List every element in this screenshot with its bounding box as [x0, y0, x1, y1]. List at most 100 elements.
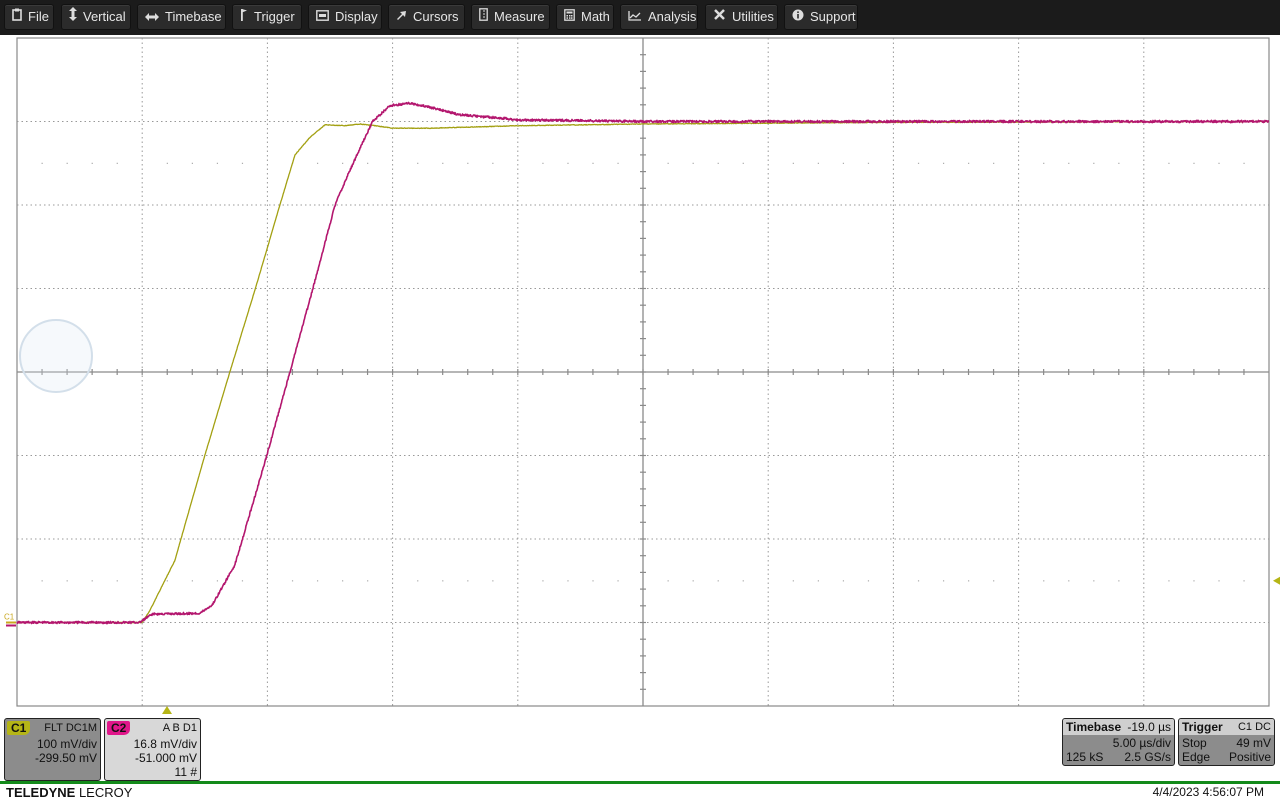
grid-dot: [342, 162, 344, 164]
brand-logo: TELEDYNE LECROY: [6, 785, 132, 800]
menu-vertical-button[interactable]: Vertical: [61, 4, 131, 30]
grid-dot: [1243, 162, 1245, 164]
touch-indicator-circle: [19, 319, 93, 393]
brand-bold: TELEDYNE: [6, 785, 76, 800]
menu-measure-button[interactable]: Measure: [471, 4, 550, 30]
channel-c2-offset: -51.000 mV: [134, 751, 197, 765]
trigger-level-dot: [1043, 580, 1045, 582]
status-panel: C1 FLT DC1M 100 mV/div -299.50 mV C2 A B…: [0, 706, 1280, 800]
menu-cursors-button[interactable]: Cursors: [388, 4, 465, 30]
menu-label: Cursors: [413, 9, 459, 24]
grid-dot: [742, 162, 744, 164]
trigger-level-dot: [316, 580, 319, 582]
trigger-level-dot: [717, 580, 719, 582]
cursor-arrow-icon: [396, 4, 407, 30]
menu-trigger-button[interactable]: Trigger: [232, 4, 302, 30]
trigger-level-dot: [993, 580, 995, 582]
trigger-level-dot: [41, 580, 43, 582]
menu-label: Display: [335, 9, 378, 24]
grid-dot: [116, 162, 118, 164]
clipboard-icon: [12, 4, 22, 30]
channel-c2-level-marker: [6, 624, 16, 627]
grid-dot: [1043, 162, 1045, 164]
trigger-level-dot: [917, 580, 920, 582]
trigger-level-dot: [66, 580, 68, 582]
timebase-descriptor[interactable]: Timebase -19.0 µs 5.00 µs/div 125 kS 2.5…: [1062, 718, 1175, 766]
grid-dot: [667, 162, 669, 164]
analysis-chart-icon: [628, 4, 642, 30]
channel-c1-descriptor[interactable]: C1 FLT DC1M 100 mV/div -299.50 mV: [4, 718, 101, 781]
trigger-descriptor[interactable]: Trigger C1 DC Stop 49 mV Edge Positive: [1178, 718, 1275, 766]
grid-dot: [492, 162, 494, 164]
grid-dot: [817, 162, 819, 164]
horizontal-arrows-icon: [145, 4, 159, 30]
menu-analysis-button[interactable]: Analysis: [620, 4, 698, 30]
trigger-level-dot: [1193, 580, 1195, 582]
menu-file-button[interactable]: File: [4, 4, 54, 30]
info-icon: [792, 4, 804, 30]
menu-label: File: [28, 9, 49, 24]
grid-dot: [717, 162, 719, 164]
menu-timebase-button[interactable]: Timebase: [137, 4, 226, 30]
channel-c2-vdiv: 16.8 mV/div: [133, 737, 197, 751]
menu-utilities-button[interactable]: Utilities: [705, 4, 778, 30]
grid-dot: [66, 162, 68, 164]
trigger-level-dot: [867, 580, 870, 582]
grid-dot: [617, 162, 619, 164]
channel-c1-label: C1: [7, 721, 31, 735]
trigger-level-dot: [542, 580, 544, 582]
trigger-title: Trigger: [1182, 720, 1223, 734]
grid-dot: [1093, 162, 1095, 164]
trigger-level-dot: [291, 580, 294, 582]
grid-dot: [41, 162, 43, 164]
grid-dot: [442, 162, 444, 164]
grid-dot: [1068, 162, 1070, 164]
timebase-title: Timebase: [1066, 720, 1122, 734]
trigger-level-dot: [942, 580, 945, 582]
trigger-slope: Positive: [1228, 750, 1271, 764]
trigger-level-dot: [417, 580, 419, 582]
trigger-level-dot: [567, 580, 569, 582]
channel-c1-vdiv: 100 mV/div: [36, 737, 97, 751]
timebase-samples: 125 kS: [1066, 750, 1104, 764]
trigger-level-dot: [216, 580, 219, 582]
menu-label: Support: [810, 9, 856, 24]
menu-label: Trigger: [254, 9, 295, 24]
trigger-level-dot: [166, 580, 168, 582]
grid-dot: [316, 162, 319, 164]
menu-math-button[interactable]: Math: [556, 4, 614, 30]
grid-dot: [241, 162, 244, 164]
grid-dot: [867, 162, 870, 164]
trigger-level-dot: [1218, 580, 1220, 582]
trigger-level-dot: [467, 580, 469, 582]
menu-display-button[interactable]: Display: [308, 4, 382, 30]
menu-label: Utilities: [732, 9, 774, 24]
trigger-position-marker: [162, 706, 172, 714]
grid-dot: [542, 162, 544, 164]
trigger-level-dot: [342, 580, 344, 582]
tools-icon: [713, 4, 726, 30]
menu-support-button[interactable]: Support: [784, 4, 858, 30]
grid-dot: [417, 162, 419, 164]
trigger-mode: Stop: [1182, 736, 1207, 750]
grid-dot: [166, 162, 168, 164]
channel-c1-level-marker: [6, 621, 16, 624]
channel-c1-offset: -299.50 mV: [34, 751, 97, 765]
grid-dot: [1168, 162, 1170, 164]
channel-c2-descriptor[interactable]: C2 A B D1 16.8 mV/div -51.000 mV 11 #: [104, 718, 201, 781]
grid-dot: [792, 162, 794, 164]
grid-dot: [191, 162, 193, 164]
datetime: 4/4/2023 4:56:07 PM: [1152, 785, 1264, 799]
trigger-level-dot: [1168, 580, 1170, 582]
grid-dot: [592, 162, 594, 164]
menu-label: Analysis: [648, 9, 697, 24]
trigger-level-dot: [191, 580, 193, 582]
grid-dot: [367, 162, 369, 164]
grid-dot: [968, 162, 970, 164]
waveform-display[interactable]: C1: [0, 35, 1280, 715]
grid-dot: [993, 162, 995, 164]
menu-label: Math: [581, 9, 610, 24]
trigger-source: C1 DC: [1237, 721, 1271, 733]
grid-dot: [842, 162, 845, 164]
trigger-level-dot: [617, 580, 619, 582]
